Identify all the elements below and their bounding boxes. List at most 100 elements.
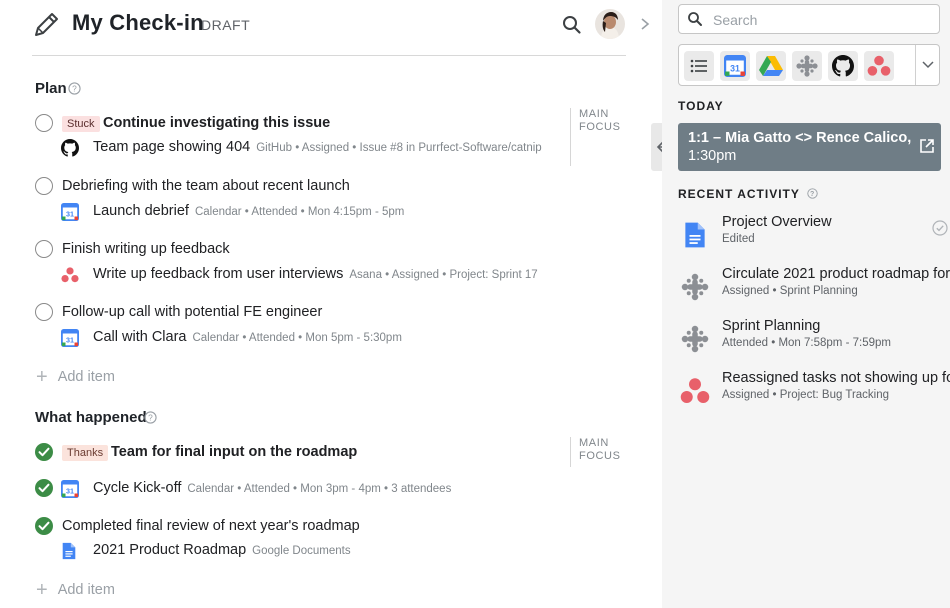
activity-subtitle: Assigned • Project: Bug Tracking	[722, 389, 890, 401]
sidebar-search-input[interactable]: Search	[678, 4, 940, 34]
chevron-down-icon	[922, 61, 934, 69]
plan-item-checkbox[interactable]	[35, 303, 53, 321]
activity-subtitle: Assigned • Sprint Planning	[722, 285, 858, 297]
activity-subtitle: Edited	[722, 233, 755, 245]
today-heading: TODAY	[678, 99, 724, 113]
happened-item-link: Cycle Kick-off Calendar • Attended • Mon …	[93, 479, 451, 497]
activity-item[interactable]: Project Overview Edited	[678, 214, 950, 258]
plan-item-checkbox[interactable]	[35, 177, 53, 195]
plan-add-item-button[interactable]: + Add item	[36, 366, 115, 389]
linked-item-title[interactable]: Call with Clara	[93, 329, 186, 345]
plan-item-link: Write up feedback from user interviews As…	[93, 265, 538, 283]
done-check-icon[interactable]	[35, 479, 53, 497]
pencil-icon	[35, 13, 58, 36]
help-icon[interactable]	[807, 188, 818, 199]
help-icon[interactable]	[68, 82, 81, 95]
plan-item-link: Team page showing 404 GitHub • Assigned •…	[93, 138, 542, 156]
search-icon	[688, 12, 702, 26]
linked-item-title[interactable]: Team page showing 404	[93, 139, 250, 155]
linked-item-meta: Asana • Assigned • Project: Sprint 17	[349, 269, 538, 281]
today-event-time: 1:30pm	[688, 148, 737, 164]
drive-filter-button[interactable]	[756, 51, 786, 81]
add-item-label: Add item	[57, 369, 115, 385]
activity-title: Sprint Planning	[722, 318, 821, 334]
plan-item-link: Call with Clara Calendar • Attended • Mon…	[93, 328, 402, 346]
recent-activity-heading: RECENT ACTIVITY	[678, 187, 818, 201]
happened-add-item-button[interactable]: + Add item	[36, 579, 115, 602]
done-check-icon[interactable]	[35, 443, 53, 461]
app-filter-strip	[678, 44, 940, 86]
linked-item-meta: GitHub • Assigned • Issue #8 in Purrfect…	[256, 142, 542, 154]
plus-icon: +	[36, 366, 48, 388]
google-docs-icon	[61, 542, 77, 560]
plus-icon: +	[36, 579, 48, 601]
slack-filter-button[interactable]	[792, 51, 822, 81]
today-event-title: 1:1 – Mia Gatto <> Rence Calico,	[688, 130, 912, 146]
list-icon	[690, 59, 707, 73]
activity-subtitle: Attended • Mon 7:58pm - 7:59pm	[722, 337, 891, 349]
asana-filter-button[interactable]	[864, 51, 894, 81]
plan-item-title[interactable]: Continue investigating this issue	[103, 115, 330, 131]
search-icon[interactable]	[560, 13, 584, 37]
linked-item-meta: Google Documents	[252, 545, 351, 557]
calendar-icon	[724, 55, 746, 77]
github-filter-button[interactable]	[828, 51, 858, 81]
plan-heading: Plan	[35, 80, 67, 97]
check-circle-icon[interactable]	[932, 220, 948, 236]
linked-item-title[interactable]: Launch debrief	[93, 203, 189, 219]
activity-item[interactable]: Reassigned tasks not showing up for… Ass…	[678, 370, 950, 414]
activity-item[interactable]: Circulate 2021 product roadmap for… Assi…	[678, 266, 950, 310]
linked-item-title[interactable]: 2021 Product Roadmap	[93, 542, 246, 558]
google-drive-icon	[759, 56, 783, 76]
asana-icon	[680, 376, 710, 406]
slack-icon	[795, 54, 819, 78]
happened-item-title[interactable]: Team for final input on the roadmap	[111, 444, 357, 460]
plan-item-link: Launch debrief Calendar • Attended • Mon …	[93, 202, 404, 220]
help-icon[interactable]	[144, 411, 157, 424]
add-item-label: Add item	[57, 582, 115, 598]
happened-item-title[interactable]: Completed final review of next year's ro…	[62, 518, 360, 534]
list-filter-button[interactable]	[684, 51, 714, 81]
activity-title: Reassigned tasks not showing up for…	[722, 370, 950, 386]
activity-sidebar: Search TODAY 1:1 – Mia Gatto <> Rence Ca…	[662, 0, 950, 608]
app-filter-dropdown[interactable]	[915, 45, 939, 85]
open-external-icon[interactable]	[919, 138, 935, 154]
thanks-tag: Thanks	[62, 445, 109, 461]
plan-item-title[interactable]: Debriefing with the team about recent la…	[62, 178, 350, 194]
plan-item-checkbox[interactable]	[35, 240, 53, 258]
calendar-icon	[61, 203, 79, 221]
done-check-icon[interactable]	[35, 517, 53, 535]
linked-item-title[interactable]: Cycle Kick-off	[93, 480, 181, 496]
google-docs-icon	[685, 222, 705, 248]
chevron-right-icon[interactable]	[638, 16, 652, 32]
asana-icon	[61, 266, 79, 284]
linked-item-title[interactable]: Write up feedback from user interviews	[93, 266, 343, 282]
plan-item-checkbox[interactable]	[35, 114, 53, 132]
linked-item-meta: Calendar • Attended • Mon 5pm - 5:30pm	[192, 332, 402, 344]
slack-icon	[680, 272, 710, 302]
check-in-main: My Check-in DRAFT Plan Stuck Continue in…	[0, 0, 662, 608]
calendar-icon	[61, 329, 79, 347]
main-focus-label: MAIN FOCUS	[570, 437, 621, 467]
happened-item-link: 2021 Product Roadmap Google Documents	[93, 541, 351, 559]
today-event-card[interactable]: 1:1 – Mia Gatto <> Rence Calico, 1:30pm	[678, 123, 941, 171]
avatar[interactable]	[595, 9, 625, 39]
main-focus-label: MAIN FOCUS	[570, 108, 621, 166]
page-title: My Check-in	[72, 10, 204, 35]
stuck-tag: Stuck	[62, 116, 100, 132]
page-header: My Check-in DRAFT	[32, 0, 650, 56]
linked-item-meta: Calendar • Attended • Mon 3pm - 4pm • 3 …	[187, 483, 452, 495]
activity-title: Project Overview	[722, 214, 832, 230]
what-happened-heading: What happened	[35, 409, 147, 426]
plan-item-title[interactable]: Finish writing up feedback	[62, 241, 230, 257]
calendar-icon	[61, 480, 79, 498]
github-icon	[61, 139, 79, 157]
slack-icon	[680, 324, 710, 354]
activity-title: Circulate 2021 product roadmap for…	[722, 266, 950, 282]
plan-item-title[interactable]: Follow-up call with potential FE enginee…	[62, 304, 322, 320]
calendar-filter-button[interactable]	[720, 51, 750, 81]
linked-item-meta: Calendar • Attended • Mon 4:15pm - 5pm	[194, 206, 405, 218]
activity-item[interactable]: Sprint Planning Attended • Mon 7:58pm - …	[678, 318, 950, 362]
github-icon	[832, 55, 854, 77]
asana-icon	[867, 54, 891, 78]
